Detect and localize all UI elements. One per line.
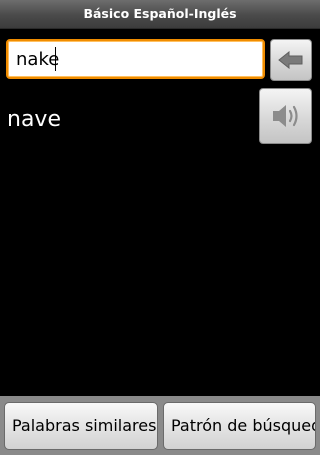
speaker-icon: [272, 105, 298, 127]
speaker-button[interactable]: [259, 88, 312, 144]
result-word[interactable]: nave: [7, 106, 61, 134]
back-button[interactable]: [270, 39, 312, 81]
text-caret: [55, 47, 56, 71]
pattern-search-button[interactable]: Patrón de búsqueda: [163, 402, 316, 450]
title-bar: Básico Español-Inglés: [0, 0, 320, 29]
similar-words-button[interactable]: Palabras similares: [4, 402, 158, 450]
back-arrow-icon: [278, 51, 303, 69]
search-input[interactable]: [6, 39, 265, 79]
app-window: Básico Español-Inglés nave Palabras simi…: [0, 0, 320, 455]
